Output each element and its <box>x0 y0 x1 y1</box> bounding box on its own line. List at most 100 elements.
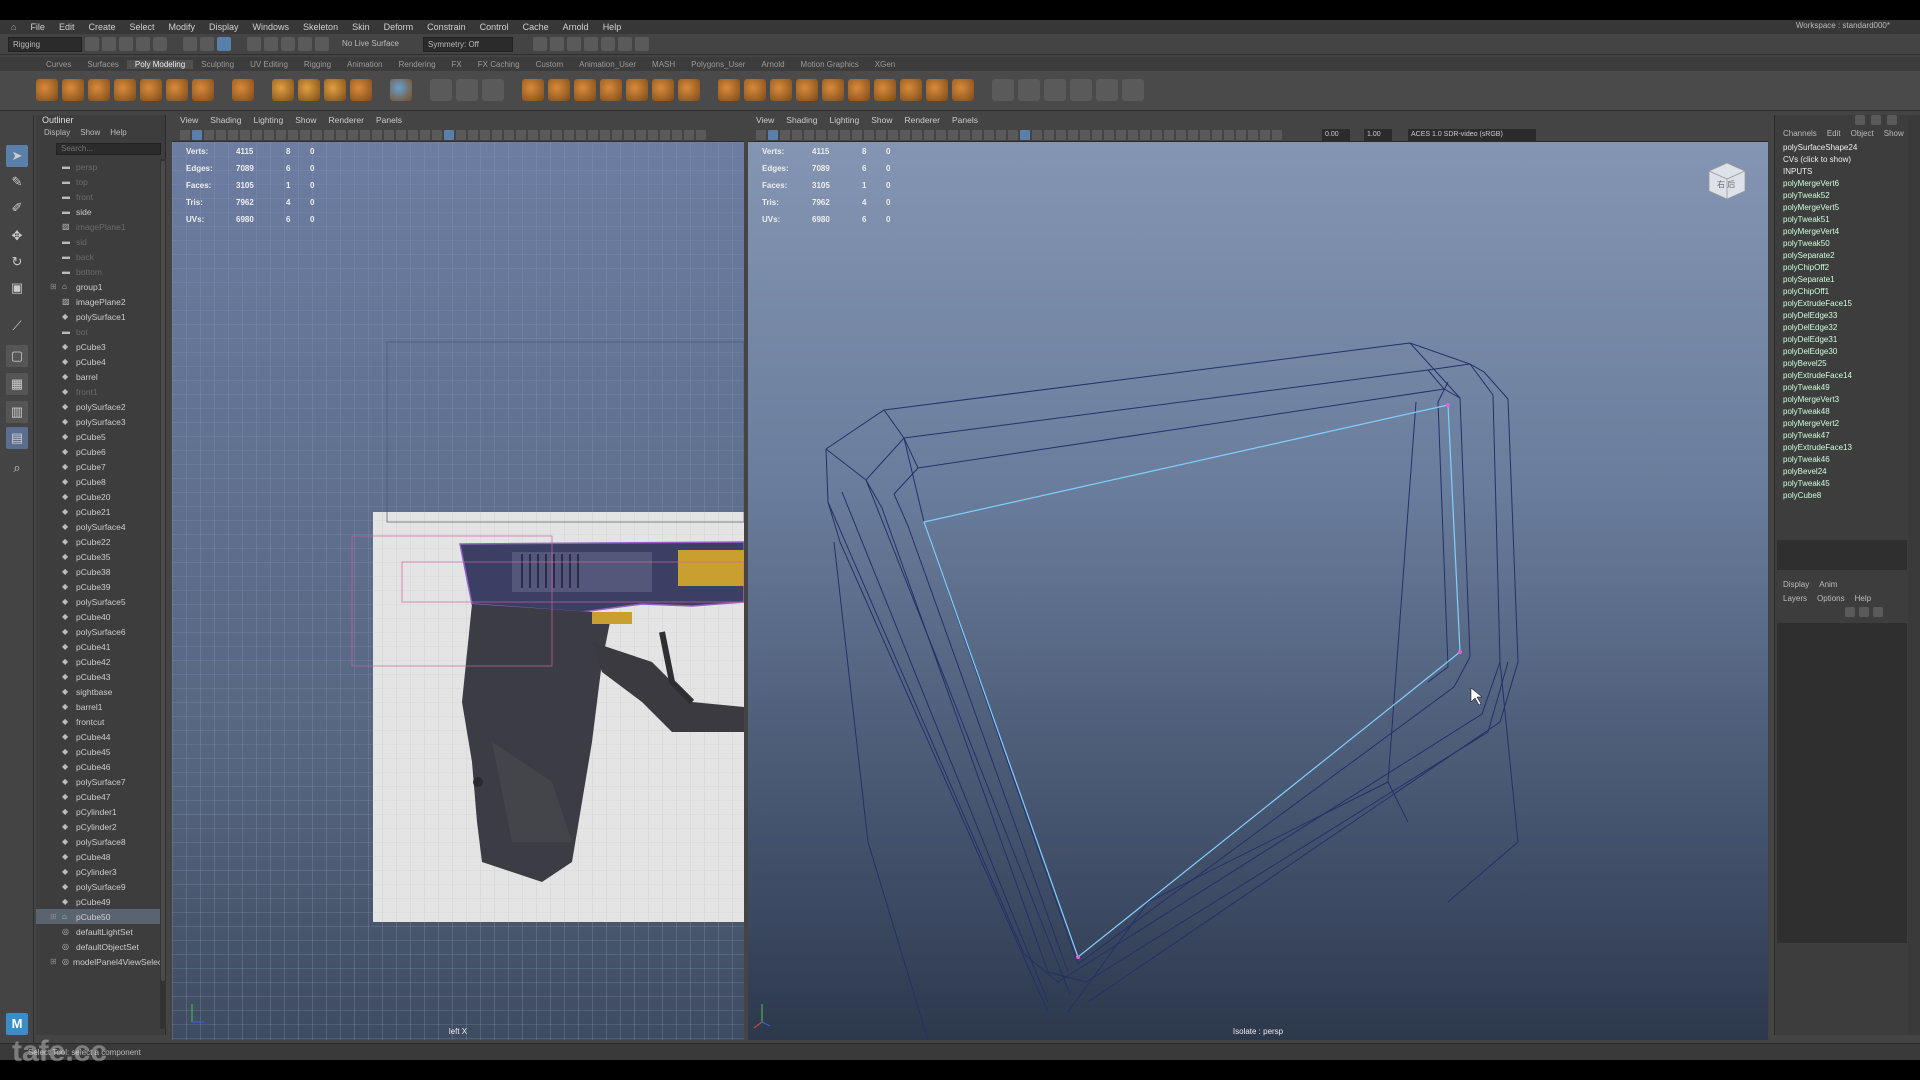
input-node[interactable]: polyDelEdge32 <box>1775 322 1908 334</box>
input-node[interactable]: polySeparate1 <box>1775 274 1908 286</box>
paint-select-icon[interactable]: ✐ <box>6 197 28 219</box>
input-node[interactable]: polyTweak45 <box>1775 478 1908 490</box>
viewport-tool-3-icon[interactable] <box>792 130 802 140</box>
outliner-item[interactable]: ◆ pCube8 <box>36 474 160 489</box>
viewport-tool-26-icon[interactable] <box>1068 130 1078 140</box>
render-view-icon[interactable] <box>533 37 547 51</box>
single-pane-icon[interactable]: ▢ <box>6 345 28 367</box>
viewport-tool-9-icon[interactable] <box>288 130 298 140</box>
expand-icon[interactable]: ⊞ <box>50 912 57 921</box>
layer-tab-display[interactable]: Display <box>1783 580 1809 589</box>
viewport-tool-19-icon[interactable] <box>408 130 418 140</box>
viewport-tool-21-icon[interactable] <box>1008 130 1018 140</box>
viewport-menu-renderer[interactable]: Renderer <box>905 115 940 128</box>
outliner-scrollbar[interactable] <box>160 159 166 1029</box>
viewport-tool-32-icon[interactable] <box>564 130 574 140</box>
viewport-tool-16-icon[interactable] <box>372 130 382 140</box>
shelf-tab-animation[interactable]: Animation <box>339 60 391 69</box>
outliner-item[interactable]: ◆ pCube20 <box>36 489 160 504</box>
shelf-tool-8-icon[interactable] <box>232 79 254 101</box>
shelf-tool-29-icon[interactable] <box>718 79 740 101</box>
viewport-tool-23-icon[interactable] <box>1032 130 1042 140</box>
outliner-item[interactable]: ◆ pCube5 <box>36 429 160 444</box>
select-tool-icon[interactable]: ➤ <box>6 145 28 167</box>
shelf-tool-1-icon[interactable] <box>62 79 84 101</box>
viewport-tool-18-icon[interactable] <box>396 130 406 140</box>
shelf-tab-rendering[interactable]: Rendering <box>391 60 444 69</box>
viewport-tool-11-icon[interactable] <box>312 130 322 140</box>
viewport-tool-2-icon[interactable] <box>204 130 214 140</box>
outliner-item[interactable]: ▬ bottom <box>36 264 160 279</box>
shelf-tool-34-icon[interactable] <box>848 79 870 101</box>
viewport-tool-18-icon[interactable] <box>972 130 982 140</box>
shelf-tab-rigging[interactable]: Rigging <box>296 60 339 69</box>
outliner-item[interactable]: ◎ defaultLightSet <box>36 924 160 939</box>
viewport-tool-42-icon[interactable] <box>684 130 694 140</box>
viewport-tool-6-icon[interactable] <box>828 130 838 140</box>
viewport-tool-0-icon[interactable] <box>756 130 766 140</box>
rotate-tool-icon[interactable]: ↻ <box>6 251 28 273</box>
new-scene-icon[interactable] <box>85 37 99 51</box>
outliner-item[interactable]: ▬ back <box>36 249 160 264</box>
viewport-tool-37-icon[interactable] <box>624 130 634 140</box>
shelf-tool-23-icon[interactable] <box>574 79 596 101</box>
new-layer-icon[interactable] <box>1873 607 1883 617</box>
snap-point-icon[interactable] <box>281 37 295 51</box>
input-node[interactable]: polyTweak46 <box>1775 454 1908 466</box>
viewport-tool-24-icon[interactable] <box>468 130 478 140</box>
viewport-menu-lighting[interactable]: Lighting <box>829 115 859 128</box>
viewport-tool-27-icon[interactable] <box>1080 130 1090 140</box>
outliner-item[interactable]: ◆ polySurface9 <box>36 879 160 894</box>
outliner-item[interactable]: ◆ pCube6 <box>36 444 160 459</box>
input-node[interactable]: polyDelEdge31 <box>1775 334 1908 346</box>
outliner-item[interactable]: ◆ pCube41 <box>36 639 160 654</box>
viewport-menu-renderer[interactable]: Renderer <box>329 115 364 128</box>
outliner-item[interactable]: ◆ pCylinder3 <box>36 864 160 879</box>
save-scene-icon[interactable] <box>119 37 133 51</box>
shelf-tool-0-icon[interactable] <box>36 79 58 101</box>
shelf-tab-curves[interactable]: Curves <box>38 60 79 69</box>
viewport-tool-30-icon[interactable] <box>1116 130 1126 140</box>
outliner-item[interactable]: ◆ polySurface2 <box>36 399 160 414</box>
outliner-item[interactable]: ◆ pCube22 <box>36 534 160 549</box>
menu-arnold[interactable]: Arnold <box>556 22 596 32</box>
outliner-item[interactable]: ◆ pCylinder1 <box>36 804 160 819</box>
shelf-tool-19-icon[interactable] <box>482 79 504 101</box>
snap-curve-icon[interactable] <box>264 37 278 51</box>
viewport-tool-29-icon[interactable] <box>528 130 538 140</box>
gamma-field[interactable]: 1.00 <box>1364 129 1392 141</box>
scale-tool-icon[interactable]: ▣ <box>6 277 28 299</box>
outliner-item[interactable]: ◆ pCube3 <box>36 339 160 354</box>
viewport-tool-17-icon[interactable] <box>960 130 970 140</box>
viewport-menu-view[interactable]: View <box>180 115 198 128</box>
shelf-tool-22-icon[interactable] <box>548 79 570 101</box>
channel-tab-show[interactable]: Show <box>1884 129 1904 138</box>
outliner-search-input[interactable]: Search... <box>56 143 161 155</box>
outliner-item[interactable]: ▨ imagePlane1 <box>36 219 160 234</box>
shelf-tool-25-icon[interactable] <box>626 79 648 101</box>
outliner-item[interactable]: ⊞ ◎ modelPanel4ViewSelec <box>36 954 160 969</box>
viewport-tool-36-icon[interactable] <box>612 130 622 140</box>
viewport-tool-4-icon[interactable] <box>804 130 814 140</box>
layer-up-icon[interactable] <box>1845 607 1855 617</box>
input-node[interactable]: polyTweak48 <box>1775 406 1908 418</box>
viewport-menu-lighting[interactable]: Lighting <box>253 115 283 128</box>
shelf-tool-37-icon[interactable] <box>926 79 948 101</box>
outliner-item[interactable]: ▬ side <box>36 204 160 219</box>
viewport-tool-37-icon[interactable] <box>1200 130 1210 140</box>
viewport-tool-11-icon[interactable] <box>888 130 898 140</box>
viewport-tool-17-icon[interactable] <box>384 130 394 140</box>
viewport-tool-23-icon[interactable] <box>456 130 466 140</box>
outliner-item[interactable]: ⊞ ⌂ group1 <box>36 279 160 294</box>
menu-skeleton[interactable]: Skeleton <box>296 22 345 32</box>
viewport-tool-34-icon[interactable] <box>588 130 598 140</box>
outliner-item[interactable]: ▬ top <box>36 174 160 189</box>
viewport-tool-14-icon[interactable] <box>924 130 934 140</box>
outliner-item[interactable]: ◆ pCube40 <box>36 609 160 624</box>
shelf-tab-motion-graphics[interactable]: Motion Graphics <box>793 60 867 69</box>
menu-cache[interactable]: Cache <box>516 22 556 32</box>
input-node[interactable]: polyMergeVert2 <box>1775 418 1908 430</box>
viewport-tool-35-icon[interactable] <box>1176 130 1186 140</box>
viewport-tool-21-icon[interactable] <box>432 130 442 140</box>
shelf-tool-3-icon[interactable] <box>114 79 136 101</box>
